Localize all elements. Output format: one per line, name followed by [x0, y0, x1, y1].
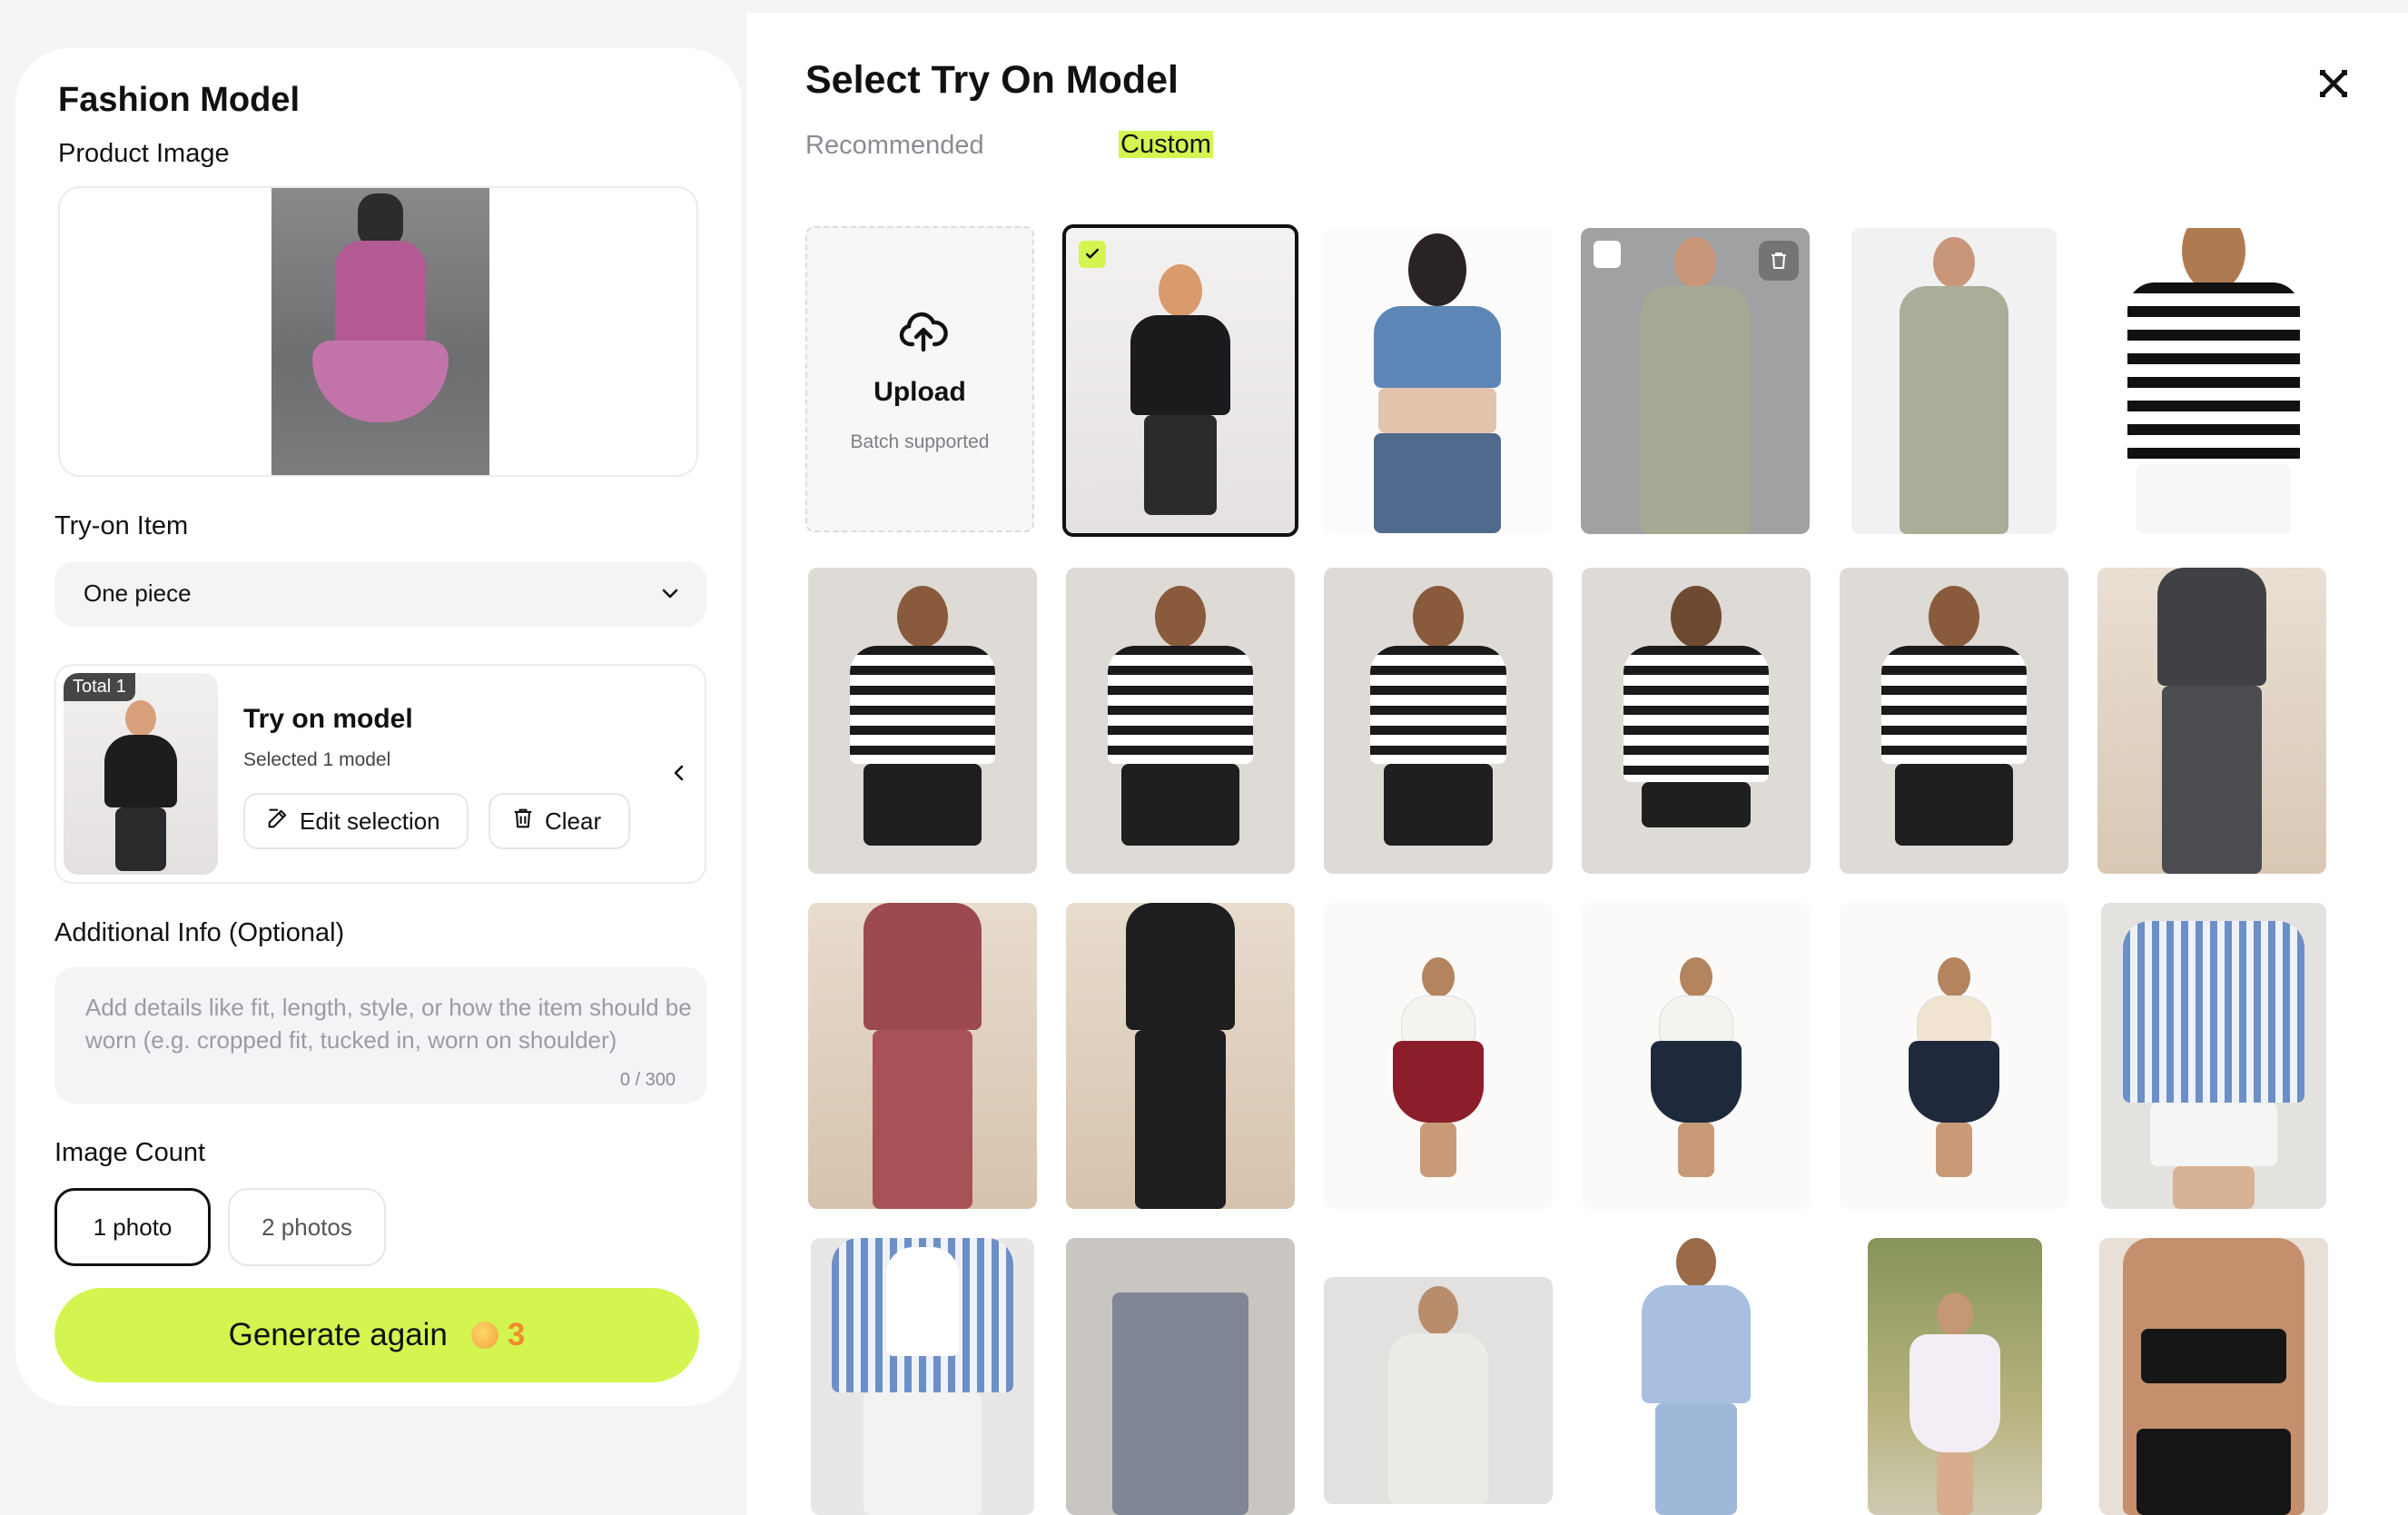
chevron-down-icon [659, 583, 681, 609]
panel-title: Fashion Model [58, 81, 300, 119]
model-tile[interactable] [2099, 1238, 2328, 1515]
delete-icon[interactable] [1759, 241, 1799, 281]
tryon-item-select[interactable]: One piece [54, 561, 706, 627]
tryon-title: Try on model [243, 704, 413, 734]
additional-info-label: Additional Info (Optional) [54, 918, 345, 947]
additional-info-placeholder: Add details like fit, length, style, or … [85, 994, 692, 1054]
model-tile[interactable] [1582, 1238, 1811, 1515]
clear-button[interactable]: Clear [489, 793, 630, 849]
chevron-left-icon[interactable] [668, 762, 690, 788]
cloud-upload-icon [898, 308, 949, 360]
tryon-item-value: One piece [84, 579, 192, 607]
model-tile[interactable] [1066, 568, 1295, 874]
model-tile[interactable] [808, 568, 1037, 874]
model-tile[interactable] [1851, 228, 2057, 534]
tryon-item-label: Try-on Item [54, 511, 189, 540]
checkbox-unchecked[interactable] [1594, 241, 1621, 268]
model-tile[interactable] [1581, 228, 1810, 534]
upload-sublabel: Batch supported [850, 431, 990, 452]
upload-tile[interactable]: Upload Batch supported [805, 226, 1034, 532]
model-tile[interactable] [1324, 1277, 1553, 1504]
model-tile[interactable] [1582, 568, 1811, 874]
image-count-2-photos[interactable]: 2 photos [228, 1188, 386, 1266]
close-icon[interactable] [2317, 67, 2350, 104]
model-tile[interactable] [1840, 903, 2068, 1209]
model-tile[interactable] [811, 1238, 1034, 1515]
model-tile[interactable] [1840, 568, 2068, 874]
character-counter: 0 / 300 [619, 1070, 676, 1090]
model-tile[interactable] [2101, 903, 2326, 1209]
upload-label: Upload [873, 377, 966, 407]
model-tile[interactable] [1582, 903, 1811, 1209]
coin-icon [470, 1322, 498, 1349]
fashion-model-panel: Fashion Model Product Image Try-on Item … [15, 48, 742, 1406]
product-image [271, 188, 489, 475]
tryon-model-card: Total 1 Try on model Selected 1 model Ed… [54, 664, 706, 884]
model-tile[interactable] [1868, 1238, 2042, 1515]
modal-title: Select Try On Model [805, 58, 1179, 102]
edit-icon [265, 806, 291, 837]
model-tile[interactable] [2099, 228, 2328, 534]
model-tile[interactable] [1062, 224, 1298, 537]
product-image-label: Product Image [58, 139, 230, 168]
tab-recommended[interactable]: Recommended [805, 131, 984, 161]
total-badge: Total 1 [64, 673, 135, 701]
selected-model-thumbnail: Total 1 [64, 673, 218, 875]
model-tile[interactable] [1324, 568, 1553, 874]
clear-label: Clear [545, 807, 602, 835]
generate-label: Generate again [228, 1317, 448, 1352]
generate-again-button[interactable]: Generate again 3 [54, 1288, 699, 1382]
image-count-1-photo[interactable]: 1 photo [54, 1188, 211, 1266]
model-tile[interactable] [808, 903, 1037, 1209]
model-tile[interactable] [1066, 1238, 1295, 1515]
product-image-box[interactable] [58, 186, 698, 477]
select-model-modal: Select Try On Model Recommended Custom U… [746, 13, 2408, 1515]
edit-selection-label: Edit selection [300, 807, 440, 835]
additional-info-textarea[interactable]: Add details like fit, length, style, or … [54, 967, 706, 1104]
image-count-label: Image Count [54, 1138, 206, 1167]
edit-selection-button[interactable]: Edit selection [243, 793, 469, 849]
generate-cost: 3 [507, 1317, 526, 1352]
trash-icon [510, 806, 536, 837]
model-tile[interactable] [1323, 228, 1552, 534]
tab-custom[interactable]: Custom [1119, 131, 1213, 158]
model-tile[interactable] [1324, 903, 1553, 1209]
model-tile[interactable] [1066, 903, 1295, 1209]
model-tile[interactable] [2097, 568, 2326, 874]
tryon-subtitle: Selected 1 model [243, 749, 391, 770]
checkbox-checked[interactable] [1079, 241, 1106, 268]
